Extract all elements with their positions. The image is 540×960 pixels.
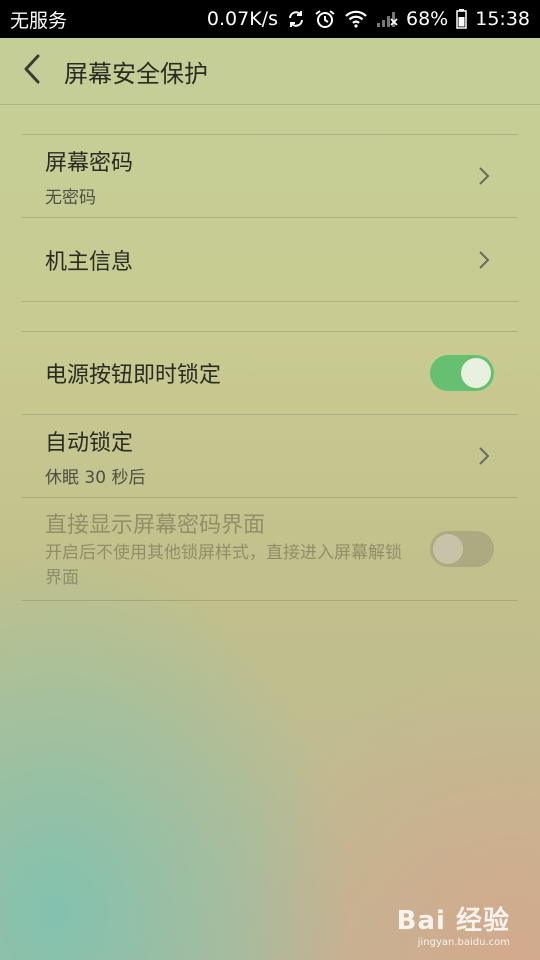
page-title: 屏幕安全保护 — [64, 59, 208, 88]
battery-level: 68% — [406, 8, 449, 30]
chevron-right-icon — [474, 164, 494, 188]
app-header: 屏幕安全保护 — [0, 38, 540, 105]
direct-password-title: 直接显示屏幕密码界面 — [45, 513, 266, 538]
divider — [22, 600, 518, 601]
sync-icon — [286, 9, 306, 29]
battery-icon — [456, 9, 467, 29]
owner-info-title: 机主信息 — [45, 249, 134, 275]
owner-info-item[interactable]: 机主信息 — [22, 218, 518, 301]
alarm-icon — [314, 8, 336, 30]
status-bar: 无服务 0.07K/s 68% 15:38 — [0, 0, 540, 38]
chevron-right-icon — [474, 248, 494, 272]
baidu-watermark: Bai 经验 jingyan.baidu.com — [397, 900, 510, 948]
carrier-label: 无服务 — [10, 9, 68, 32]
network-speed: 0.07K/s — [206, 8, 278, 30]
back-arrow-icon — [22, 53, 42, 89]
direct-password-toggle[interactable] — [430, 531, 494, 567]
clock: 15:38 — [475, 8, 530, 30]
back-button[interactable] — [0, 38, 64, 104]
settings-group-2: 电源按钮即时锁定 自动锁定 休眠 30 秒后 直接显示屏幕密码界面 开启后不使用… — [22, 331, 518, 601]
screen-password-subtitle: 无密码 — [45, 187, 96, 208]
watermark-url: jingyan.baidu.com — [417, 937, 510, 948]
auto-lock-item[interactable]: 自动锁定 休眠 30 秒后 — [22, 415, 518, 497]
direct-password-subtitle: 开启后不使用其他锁屏样式，直接进入屏幕解锁界面 — [45, 543, 402, 588]
direct-password-item: 直接显示屏幕密码界面 开启后不使用其他锁屏样式，直接进入屏幕解锁界面 — [22, 498, 518, 600]
screen-password-item[interactable]: 屏幕密码 无密码 — [22, 135, 518, 217]
power-button-lock-title: 电源按钮即时锁定 — [45, 363, 222, 388]
watermark-brand: Bai 经验 — [396, 906, 510, 936]
power-button-lock-item: 电源按钮即时锁定 — [22, 332, 518, 414]
toggle-knob — [461, 358, 491, 388]
toggle-knob — [433, 534, 463, 564]
wifi-icon — [344, 9, 368, 29]
screen-password-title: 屏幕密码 — [45, 150, 134, 176]
divider — [22, 301, 518, 302]
chevron-right-icon — [474, 444, 494, 468]
power-button-lock-toggle[interactable] — [430, 355, 494, 391]
signal-icon — [376, 10, 398, 28]
auto-lock-title: 自动锁定 — [45, 430, 134, 456]
settings-group-1: 屏幕密码 无密码 机主信息 — [22, 134, 518, 302]
auto-lock-subtitle: 休眠 30 秒后 — [45, 467, 146, 488]
status-right: 0.07K/s 68% 15:38 — [207, 8, 530, 30]
